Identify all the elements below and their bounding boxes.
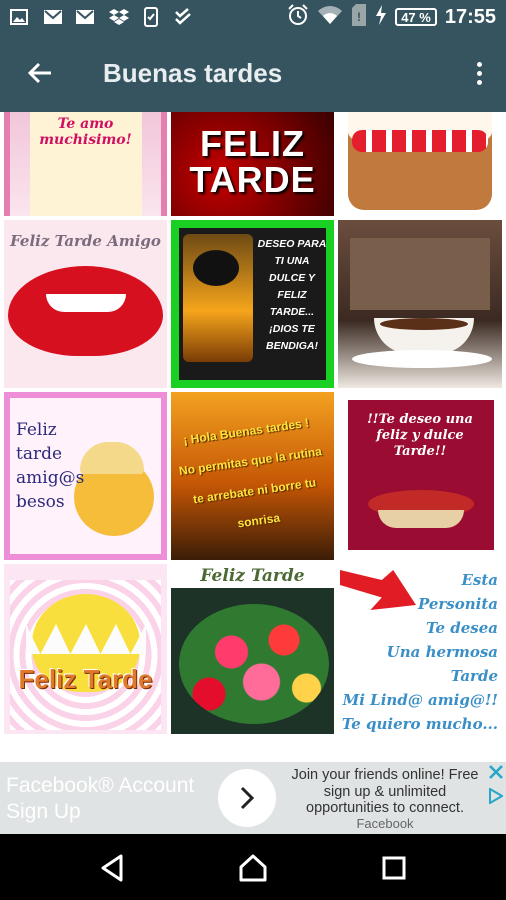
wifi-icon	[317, 5, 343, 30]
grid-tile-12[interactable]: Esta Personita Te desea Una hermosa Tard…	[338, 564, 502, 734]
tile-caption: Feliz Tarde Amigo	[10, 232, 161, 250]
svg-text:!: !	[357, 10, 361, 24]
alarm-icon	[287, 3, 309, 31]
nav-home-button[interactable]	[233, 848, 273, 888]
nav-recents-button[interactable]	[374, 848, 414, 888]
overflow-menu-button[interactable]	[462, 51, 496, 95]
triangle-back-icon	[101, 854, 123, 882]
gallery-icon	[8, 7, 30, 27]
battery-indicator: 47 %	[395, 8, 437, 26]
tile-caption: Feliz Tarde	[18, 664, 153, 694]
grid-tile-7[interactable]: Feliz tarde amig@s besos	[4, 392, 167, 560]
app-bar: Buenas tardes	[0, 34, 506, 112]
square-recents-icon	[382, 856, 406, 880]
tile-caption: FELIZ TARDE	[189, 123, 316, 200]
back-button[interactable]	[18, 51, 62, 95]
grid-tile-8[interactable]: ¡ Hola Buenas tardes ! No permitas que l…	[171, 392, 334, 560]
arrow-left-icon	[27, 62, 51, 84]
chevron-right-icon	[240, 786, 255, 810]
page-title: Buenas tardes	[103, 58, 283, 88]
tile-caption: Te amo muchisimo!	[39, 116, 132, 148]
ad-choices-icon[interactable]	[489, 787, 504, 809]
ad-close-icon[interactable]	[489, 765, 503, 784]
grid-tile-11[interactable]: Feliz Tarde	[171, 564, 334, 734]
grid-tile-3[interactable]	[338, 112, 502, 216]
tile-caption: Feliz tarde amig@s besos	[16, 420, 85, 512]
nav-bar	[0, 834, 506, 900]
grid-tile-4[interactable]: Feliz Tarde Amigo	[4, 220, 167, 388]
status-bar: ! 47 % 17:55	[0, 0, 506, 34]
phone-check-icon	[140, 7, 162, 27]
grid-tile-2[interactable]: FELIZ TARDE	[171, 112, 334, 216]
no-sim-icon: !	[351, 3, 367, 31]
dot-icon	[476, 79, 482, 85]
gmail-icon-2	[74, 7, 96, 27]
home-icon	[239, 854, 267, 882]
task-check-icon	[172, 7, 194, 27]
tile-caption: !!Te deseo una feliz y dulce Tarde!!	[367, 412, 473, 459]
charging-icon	[375, 4, 387, 30]
tile-caption: Feliz Tarde	[200, 566, 305, 586]
tile-caption: DESEO PARA TI UNA DULCE Y FELIZ TARDE...…	[257, 238, 327, 352]
dropbox-icon	[108, 7, 130, 27]
ad-open-button[interactable]	[218, 769, 276, 827]
dot-icon	[476, 61, 482, 67]
ad-advertiser: Facebook	[356, 816, 414, 831]
ad-headline[interactable]: Facebook® Account Sign Up	[6, 773, 216, 825]
nav-back-button[interactable]	[92, 848, 132, 888]
grid-tile-10[interactable]: Feliz Tarde	[4, 564, 167, 734]
grid-tile-1[interactable]: Te amo muchisimo!	[4, 112, 167, 216]
clock: 17:55	[444, 5, 496, 28]
dot-icon	[476, 70, 482, 76]
ad-banner[interactable]: Facebook® Account Sign Up Join your frie…	[0, 762, 506, 834]
gmail-icon	[42, 7, 64, 27]
grid-tile-6[interactable]	[338, 220, 502, 388]
grid-tile-9[interactable]: !!Te deseo una feliz y dulce Tarde!!	[338, 392, 502, 560]
grid-tile-5[interactable]: DESEO PARA TI UNA DULCE Y FELIZ TARDE...…	[171, 220, 334, 388]
tile-caption: Esta Personita Te desea Una hermosa Tard…	[341, 571, 498, 733]
ad-body-text: Join your friends online! Free sign up &…	[291, 767, 479, 816]
tile-caption: ¡ Hola Buenas tardes ! No permitas que l…	[178, 415, 323, 531]
image-grid: Te amo muchisimo! FELIZ TARDE Feliz Tard…	[4, 112, 502, 742]
